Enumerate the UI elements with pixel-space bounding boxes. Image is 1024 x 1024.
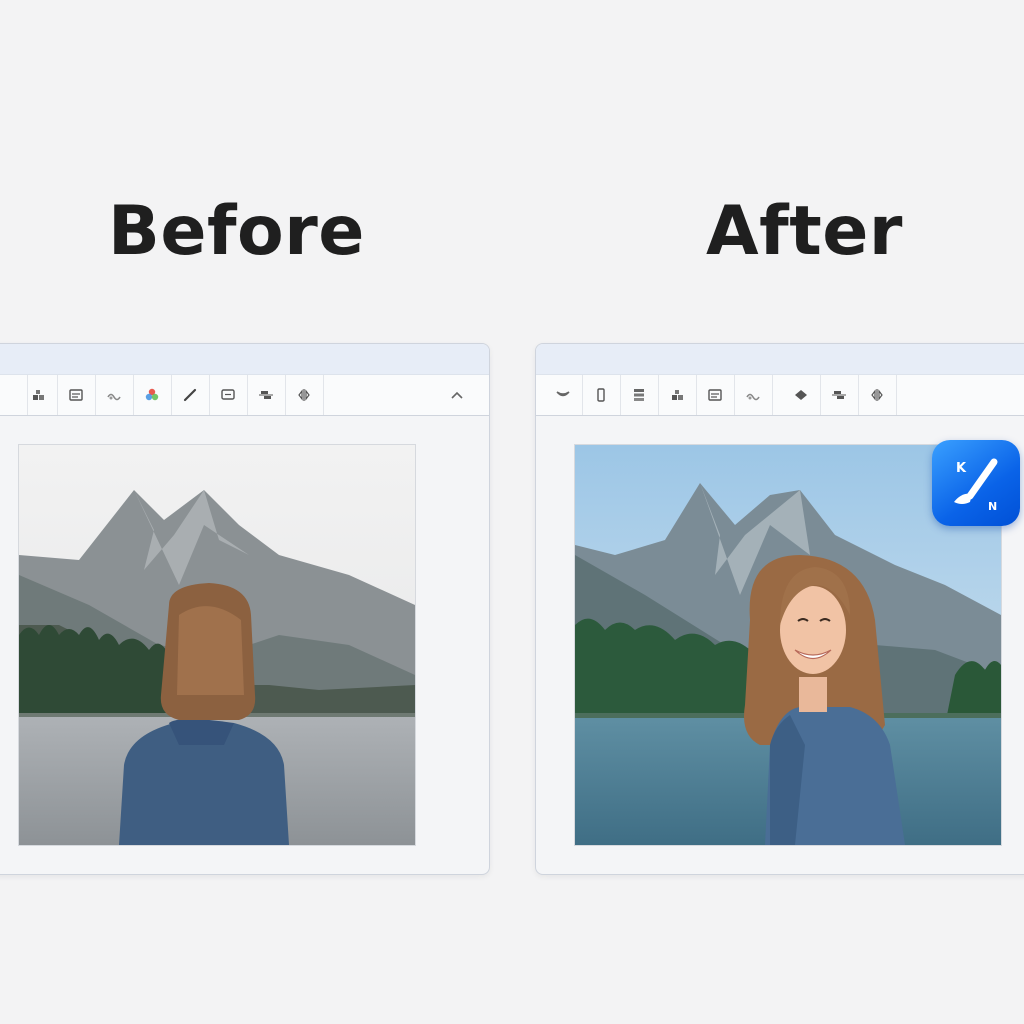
before-heading: Before [108, 192, 365, 271]
caption-icon [221, 389, 235, 400]
shapes-icon [672, 390, 683, 400]
collapse-button[interactable] [445, 383, 469, 407]
effects-icon [107, 393, 121, 401]
flip-icon [298, 389, 310, 401]
heart-button[interactable] [544, 375, 583, 415]
brush-icon: K N [954, 458, 998, 513]
chevron-up-icon [451, 391, 463, 399]
toolbar [0, 374, 489, 416]
effects-button[interactable] [734, 375, 773, 415]
text-box-button[interactable] [696, 375, 735, 415]
app-badge[interactable]: K N [932, 440, 1020, 526]
before-photo [18, 444, 416, 846]
color-palette-icon [145, 388, 159, 401]
layers-button[interactable] [620, 375, 659, 415]
effects-button[interactable] [95, 375, 134, 415]
toolbar [536, 374, 1024, 416]
shapes-icon [33, 390, 44, 400]
phone-icon [597, 388, 605, 402]
diamond-button[interactable] [782, 375, 821, 415]
arrange-icon [832, 391, 846, 399]
badge-letter-bottom: N [988, 500, 997, 513]
shapes-button[interactable] [658, 375, 697, 415]
before-window [0, 343, 490, 875]
title-bar [0, 344, 489, 374]
badge-letter-top: K [956, 461, 967, 476]
flip-button[interactable] [858, 375, 897, 415]
heart-icon [556, 391, 570, 397]
text-box-button[interactable] [57, 375, 96, 415]
after-window [535, 343, 1024, 875]
brush-icon [183, 388, 197, 402]
phone-button[interactable] [582, 375, 621, 415]
effects-icon [746, 393, 760, 401]
before-photo-image [19, 445, 415, 845]
brush-button[interactable] [171, 375, 210, 415]
caption-button[interactable] [209, 375, 248, 415]
diamond-icon [795, 390, 807, 400]
arrange-icon [259, 391, 273, 399]
layers-icon [634, 389, 644, 401]
arrange-button[interactable] [820, 375, 859, 415]
after-heading: After [706, 192, 903, 271]
arrange-button[interactable] [247, 375, 286, 415]
flip-button[interactable] [285, 375, 324, 415]
text-box-icon [708, 389, 722, 401]
text-box-icon [69, 389, 83, 401]
title-bar [536, 344, 1024, 374]
color-palette-button[interactable] [133, 375, 172, 415]
flip-icon [871, 389, 883, 401]
shapes-button[interactable] [19, 375, 58, 415]
